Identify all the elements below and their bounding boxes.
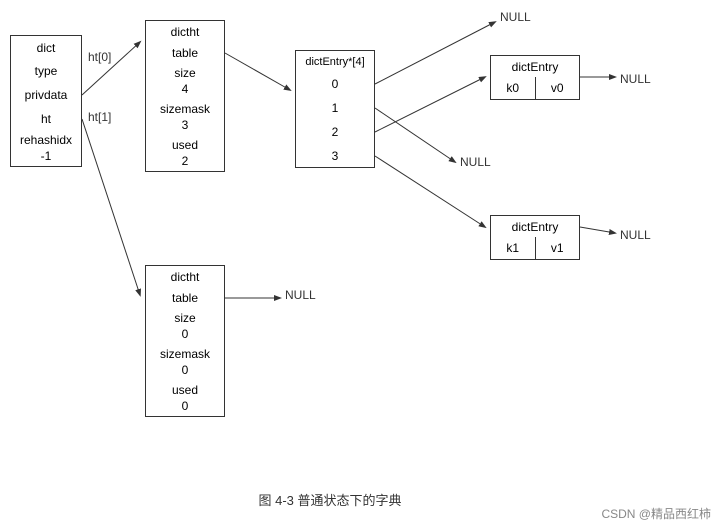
dictentry-top-k0: k0: [491, 77, 536, 99]
diagram: dict type privdata ht rehashidx-1 ht[0] …: [0, 0, 721, 532]
watermark: CSDN @精品西红柿: [601, 505, 711, 522]
dictht-bottom-size: size0: [145, 309, 225, 345]
dictht-bottom-label: dictht: [145, 265, 225, 287]
caption: 图 4-3 普通状态下的字典: [160, 490, 500, 509]
dictentry-bottom-k1: k1: [491, 237, 536, 259]
dictht-bottom-used: used0: [145, 381, 225, 417]
dictentry-array-0: 0: [295, 72, 375, 96]
dictentry-array-1: 1: [295, 96, 375, 120]
dictentry-bottom-label: dictEntry: [490, 215, 580, 237]
dict-cell-ht: ht: [10, 107, 82, 131]
null-top-right: NULL: [620, 72, 651, 86]
dictentry-bottom-v1: v1: [536, 237, 580, 259]
dictentry-top-v0: v0: [536, 77, 580, 99]
dict-cell-dict: dict: [10, 35, 82, 59]
ht1-label: ht[1]: [88, 110, 111, 124]
dictentry-top-label: dictEntry: [490, 55, 580, 77]
dict-group: dict type privdata ht rehashidx-1: [10, 35, 82, 167]
dictht-top-group: dictht table size4 sizemask3 used2: [145, 20, 225, 172]
dict-cell-privdata: privdata: [10, 83, 82, 107]
dictht-bottom-group: dictht table size0 sizemask0 used0: [145, 265, 225, 417]
dictentry-bottom-kv: k1 v1: [490, 237, 580, 260]
dictht-bottom-table: table: [145, 287, 225, 309]
null-middle: NULL: [460, 155, 491, 169]
dictht-bottom-sizemask: sizemask0: [145, 345, 225, 381]
dictentry-array-2: 2: [295, 120, 375, 144]
dict-cell-rehashidx: rehashidx-1: [10, 131, 82, 167]
null-table-bottom: NULL: [285, 288, 316, 302]
dictentry-array-3: 3: [295, 144, 375, 168]
dictht-top-table: table: [145, 42, 225, 64]
dictentry-array-header: dictEntry*[4]: [295, 50, 375, 72]
dictht-top-sizemask: sizemask3: [145, 100, 225, 136]
dictht-top-size: size4: [145, 64, 225, 100]
dictentry-array-group: dictEntry*[4] 0 1 2 3: [295, 50, 375, 168]
dict-cell-type: type: [10, 59, 82, 83]
dictht-top-label: dictht: [145, 20, 225, 42]
dictentry-bottom-group: dictEntry k1 v1: [490, 215, 580, 260]
dictentry-top-group: dictEntry k0 v0: [490, 55, 580, 100]
dictentry-top-kv: k0 v0: [490, 77, 580, 100]
ht0-label: ht[0]: [88, 50, 111, 64]
dictht-top-used: used2: [145, 136, 225, 172]
null-top: NULL: [500, 10, 531, 24]
null-bottom-right: NULL: [620, 228, 651, 242]
